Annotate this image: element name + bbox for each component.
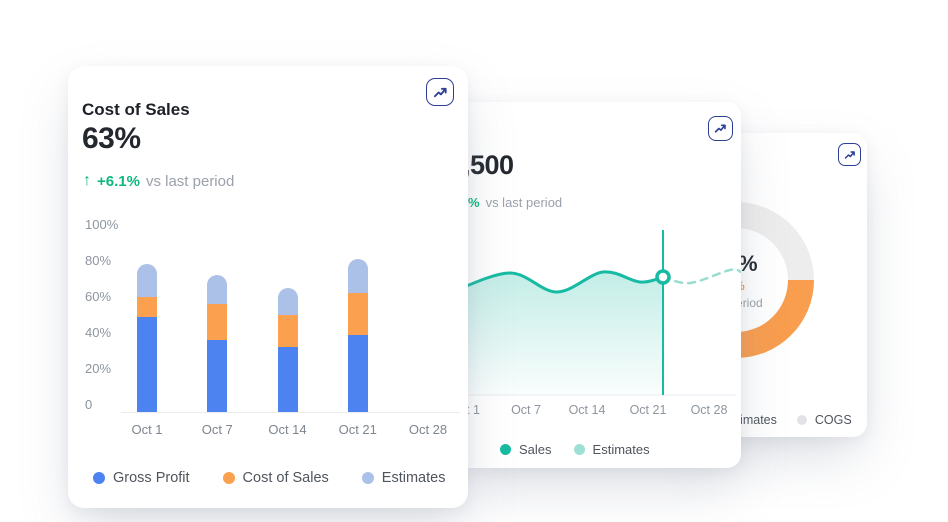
bar-segment-estimates [207, 275, 228, 304]
bar-segment-gross-profit [347, 334, 368, 412]
change-caption: vs last period [145, 172, 235, 190]
change-percent: +6.1% [97, 172, 140, 190]
x-tick-label: Oct 7 [201, 422, 233, 437]
x-tick-label: Oct 28 [690, 403, 728, 417]
y-tick-label: 0 [85, 397, 93, 412]
y-tick-label: 60% [85, 289, 112, 304]
trend-line-icon[interactable] [426, 78, 454, 106]
up-arrow-icon: ↑ [83, 172, 91, 189]
bar-segment-estimates [347, 259, 368, 294]
bar-segment-cost-of-sales [207, 303, 228, 340]
trend-line-glyph [433, 87, 447, 97]
y-tick-label: 40% [85, 325, 112, 340]
trend-line-icon[interactable] [838, 143, 861, 166]
bar-segment-estimates [137, 264, 157, 297]
kpi-value: 63% [82, 122, 141, 155]
bar-segment-estimates [277, 287, 298, 315]
x-tick-label: Oct 7 [511, 403, 541, 417]
x-tick-label: Oct 21 [629, 403, 667, 417]
stacked-bar [137, 264, 157, 412]
card-title: Cost of Sales [82, 100, 190, 120]
legend-dot-icon [796, 415, 807, 425]
estimates-dashed-line [661, 268, 741, 285]
y-tick-label: 100% [85, 217, 119, 232]
sales-area-fill [452, 271, 663, 395]
legend-item: COGS [796, 413, 852, 427]
legend-item: Estimates [361, 470, 446, 486]
stacked-bar [347, 259, 368, 412]
legend-label: Cost of Sales [242, 470, 329, 486]
legend-label: COGS [814, 413, 852, 427]
cost-of-sales-card: Cost of Sales 63% ↑ +6.1% vs last period… [68, 66, 468, 508]
x-tick-label: Oct 14 [268, 422, 307, 437]
stacked-bar-chart: 100% 80% 60% 40% 20% 0 Oct 1 Oct 7 Oct 14 Oct 21… [68, 216, 468, 446]
stacked-bar [207, 275, 228, 412]
bar-chart-legend: Gross Profit Cost of Sales Estimates [93, 470, 445, 486]
dashboard-canvas: Cost of Sales 63% ↑ +6.1% vs last period… [0, 0, 948, 522]
stacked-bar [277, 287, 298, 412]
legend-item: Sales [500, 442, 552, 457]
legend-item: Gross Profit [93, 470, 190, 486]
legend-label: Gross Profit [113, 470, 190, 486]
legend-dot-icon [500, 444, 511, 455]
bar-segment-gross-profit [277, 347, 298, 412]
highlight-point-marker[interactable] [655, 269, 671, 285]
x-tick-label: Oct 28 [408, 422, 448, 437]
sales-card: ,500 % vs last period Oct 1Oct 7Oct 14Oc… [452, 102, 741, 468]
x-tick-label: Oct 14 [568, 403, 606, 417]
bar-segment-gross-profit [137, 316, 157, 412]
legend-dot-icon [93, 472, 105, 484]
legend-label: Sales [519, 442, 552, 457]
y-tick-label: 20% [85, 361, 112, 376]
bar-segment-cost-of-sales [137, 296, 157, 317]
legend-item: Estimates [573, 442, 650, 457]
legend-item: Cost of Sales [222, 470, 329, 486]
legend-dot-icon [361, 472, 374, 484]
line-chart-legend: Sales Estimates [500, 442, 650, 457]
x-tick-label: Oct 1 [131, 422, 163, 437]
x-axis-line [121, 412, 460, 413]
trend-line-glyph [844, 150, 855, 159]
bar-segment-cost-of-sales [277, 314, 298, 348]
legend-dot-icon [573, 444, 585, 455]
x-tick-label: Oct 21 [338, 422, 377, 437]
bar-segment-cost-of-sales [347, 293, 368, 335]
legend-dot-icon [222, 472, 235, 484]
legend-label: Estimates [381, 470, 446, 486]
bar-segment-gross-profit [207, 339, 228, 412]
legend-label: Estimates [592, 442, 650, 457]
y-tick-label: 80% [85, 253, 112, 268]
